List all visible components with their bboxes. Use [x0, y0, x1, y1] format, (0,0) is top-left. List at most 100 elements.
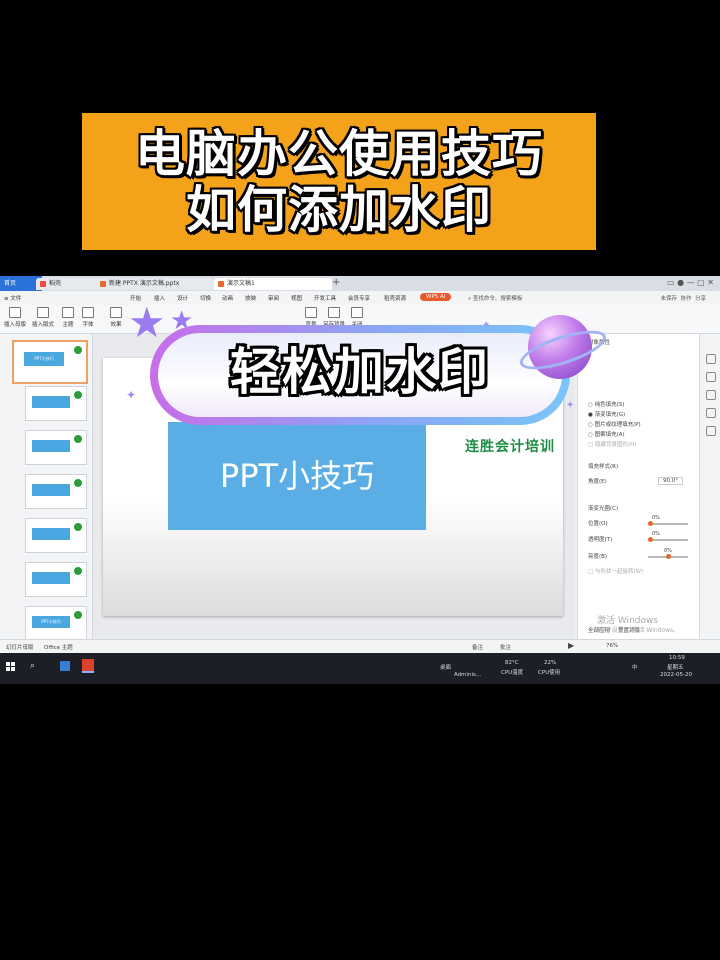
- menu-devtools[interactable]: 开发工具: [314, 294, 336, 302]
- option-label: 渐变填充(G): [594, 412, 626, 418]
- option-label: 图案填充(A): [594, 432, 625, 438]
- close-master-icon: [351, 307, 363, 318]
- cpu-temp-value: 82°C: [505, 660, 519, 666]
- slide-thumbnail[interactable]: PPT小技巧: [12, 340, 88, 384]
- ribbon-label: 效果: [110, 322, 122, 328]
- insert-layout-button[interactable]: 插入版式: [32, 307, 54, 328]
- app-icon[interactable]: [60, 661, 70, 671]
- animation-icon[interactable]: [706, 390, 716, 400]
- transparency-value: 0%: [652, 531, 660, 537]
- option-picture-fill[interactable]: ○ 图片或纹理填充(P): [588, 420, 641, 428]
- ribbon-label: 主题: [62, 322, 74, 328]
- tab-file-pptx[interactable]: 新建 PPTX 演示文稿.pptx: [96, 278, 214, 290]
- windows-taskbar: ⌕ 桌面 Adminis... 82°C CPU温度 22% CPU使用 中 1…: [0, 653, 720, 684]
- theme-button[interactable]: 主题: [62, 307, 74, 328]
- style-icon[interactable]: [706, 372, 716, 382]
- slider-knob: [666, 554, 671, 559]
- ime-lang[interactable]: 中: [632, 663, 638, 671]
- rotate-with-shape-checkbox[interactable]: □ 与形状一起旋转(W): [588, 567, 643, 575]
- slide-thumbnail[interactable]: [25, 474, 87, 509]
- window-controls[interactable]: ▭ ● — ▢ ✕: [667, 278, 714, 287]
- slide-thumbnail[interactable]: [25, 430, 87, 465]
- windows-start-icon[interactable]: [6, 662, 16, 672]
- option-label: 纯色填充(S): [594, 402, 625, 408]
- font-button[interactable]: 字体: [82, 307, 94, 328]
- side-icon-strip: [699, 334, 720, 639]
- share-icon[interactable]: [706, 426, 716, 436]
- option-gradient-fill[interactable]: ● 渐变填充(G): [588, 410, 625, 418]
- new-tab-button[interactable]: +: [332, 277, 340, 288]
- file-menu[interactable]: ≡ 文件: [4, 294, 21, 302]
- option-hide-background[interactable]: □ 隐藏背景图形(H): [588, 440, 636, 448]
- overlay-title: 轻松加水印: [230, 343, 490, 401]
- ribbon-label: 字体: [82, 322, 94, 328]
- activate-windows-watermark: 激活 Windows 转到"设置"以激活 Windows。: [597, 616, 679, 636]
- brightness-label: 亮度(B): [588, 554, 608, 560]
- cpu-usage-label: CPU使用: [538, 670, 561, 676]
- zoom-level[interactable]: 76%: [606, 643, 618, 649]
- thumb-logo: [74, 523, 82, 531]
- start-tile: [6, 662, 10, 666]
- option-solid-fill[interactable]: ○ 纯色填充(S): [588, 400, 624, 408]
- slide-thumbnail[interactable]: [25, 386, 87, 421]
- start-tile: [11, 667, 15, 671]
- slide-thumbnail[interactable]: [25, 562, 87, 597]
- backup-icon[interactable]: [706, 408, 716, 418]
- start-tile: [6, 667, 10, 671]
- menu-slideshow[interactable]: 放映: [245, 294, 256, 302]
- menu-animation[interactable]: 动画: [222, 294, 233, 302]
- command-search[interactable]: ⌕ 查找命令、搜索模板: [468, 294, 522, 303]
- docer-icon: [40, 280, 46, 287]
- play-icon[interactable]: ▶: [568, 641, 574, 650]
- thumb-bar: [32, 440, 70, 452]
- menu-docer-resources[interactable]: 稻壳资源: [384, 294, 406, 302]
- option-label: 图片或纹理填充(P): [594, 422, 641, 428]
- start-tile: [11, 662, 15, 666]
- tab-file-current[interactable]: 演示文稿1: [214, 278, 332, 290]
- angle-label: 角度(E): [588, 479, 607, 485]
- menu-member[interactable]: 会员专享: [348, 294, 370, 302]
- save-background-icon: [328, 307, 340, 318]
- menu-review[interactable]: 审阅: [268, 294, 279, 302]
- tab-bar: 首页 稻壳 新建 PPTX 演示文稿.pptx 演示文稿1 + ▭ ● — ▢ …: [0, 276, 720, 291]
- share-button[interactable]: 分享: [695, 296, 706, 302]
- position-slider[interactable]: [648, 521, 688, 526]
- option-pattern-fill[interactable]: ○ 图案填充(A): [588, 430, 625, 438]
- menu-design[interactable]: 设计: [177, 294, 188, 302]
- wps-ai-button[interactable]: WPS AI: [420, 293, 452, 301]
- thumb-bar: [32, 572, 70, 584]
- slide-thumbnail[interactable]: PPT小技巧: [25, 606, 87, 641]
- brightness-slider[interactable]: [648, 554, 688, 559]
- search-icon[interactable]: ⌕: [30, 661, 35, 671]
- ribbon-label: 插入版式: [32, 322, 55, 328]
- thumb-logo: [74, 346, 82, 354]
- thumb-logo: [74, 391, 82, 399]
- object-properties-panel: 对象属性 ○ 纯色填充(S) ● 渐变填充(G) ○ 图片或纹理填充(P) ○ …: [577, 334, 700, 639]
- menu-view[interactable]: 视图: [291, 294, 302, 302]
- slide-thumbnail[interactable]: [25, 518, 87, 553]
- tab-docer[interactable]: 稻壳: [36, 278, 98, 290]
- insert-master-icon: [9, 307, 21, 318]
- insert-master-button[interactable]: 插入母版: [4, 307, 26, 328]
- menu-transition[interactable]: 切换: [200, 294, 211, 302]
- notes-button[interactable]: 备注: [472, 643, 483, 651]
- slider-knob: [648, 521, 653, 526]
- angle-input[interactable]: 90.0°: [658, 477, 683, 485]
- tab-file-label: 新建 PPTX 演示文稿.pptx: [109, 280, 180, 287]
- desktop-label[interactable]: 桌面: [440, 663, 451, 671]
- property-icon[interactable]: [706, 354, 716, 364]
- slide-brand-text: 连胜会计培训: [465, 439, 555, 455]
- collab-button[interactable]: 协作: [680, 296, 691, 302]
- position-value: 0%: [652, 515, 660, 521]
- clock-time: 10:59: [669, 655, 685, 661]
- effect-button[interactable]: 效果: [110, 307, 122, 328]
- comment-button[interactable]: 批注: [500, 643, 511, 651]
- admin-label[interactable]: Adminis...: [454, 672, 481, 678]
- thumb-title: PPT小技巧: [24, 352, 64, 366]
- gradient-stops-label: 渐变光圈(C): [588, 506, 619, 512]
- wps-icon[interactable]: [82, 659, 94, 673]
- pptx-icon: [218, 280, 224, 287]
- thumb-bar: [32, 528, 70, 540]
- thumb-logo: [74, 435, 82, 443]
- transparency-slider[interactable]: [648, 537, 688, 542]
